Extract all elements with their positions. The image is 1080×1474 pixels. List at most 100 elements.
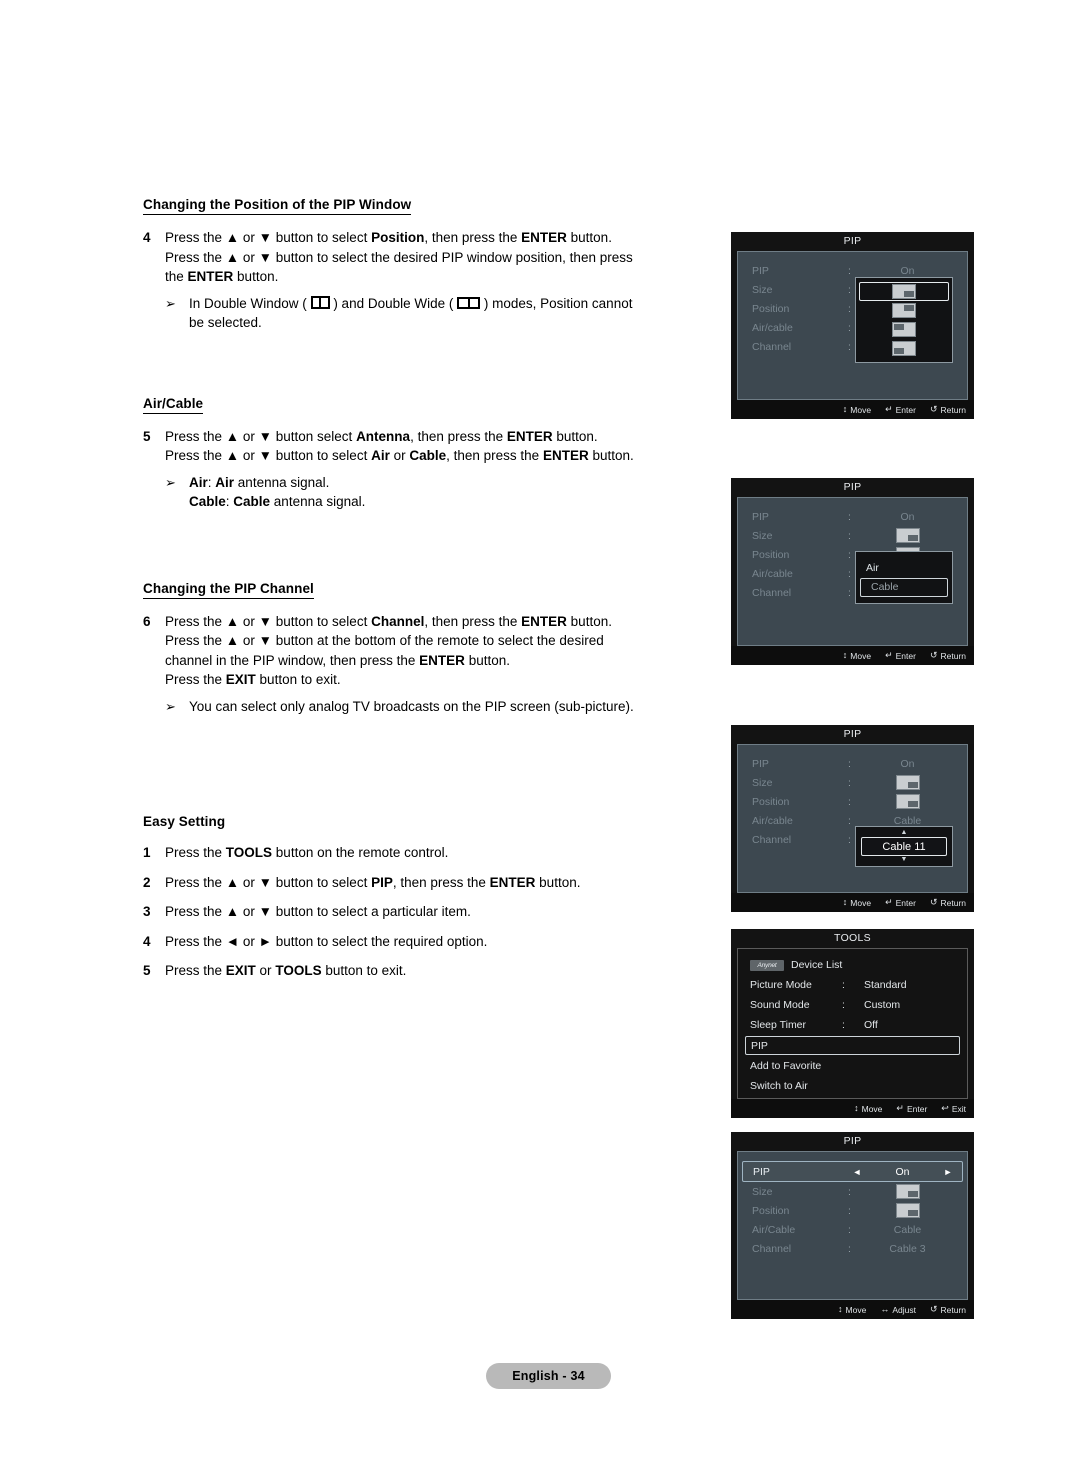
tools-row-label: Switch to Air (750, 1080, 808, 1092)
tools-row-device-list[interactable]: Anynet Device List (738, 955, 967, 975)
menu-row-label: PIP (752, 757, 769, 770)
menu-row-label: Channel (752, 586, 792, 599)
section-heading-pip-position: Changing the Position of the PIP Window (143, 197, 412, 215)
position-option-bottom-left[interactable] (856, 339, 952, 358)
section-heading-pip-channel: Changing the PIP Channel (143, 581, 314, 599)
menu-row-channel[interactable]: Channel : Cable 3 (738, 1239, 967, 1258)
step-text: Press the EXIT or TOOLS button to exit. (165, 961, 713, 981)
menu-row-label: Position (752, 548, 790, 561)
menu-row-size[interactable]: Size : (738, 526, 967, 545)
menu-row-colon: : (848, 264, 851, 277)
tools-row-value: Standard (864, 979, 907, 991)
pip-size-icon (895, 528, 920, 543)
arrow-right-icon[interactable]: ► (940, 1167, 956, 1177)
step-number: 4 (143, 933, 151, 949)
menu-row-label: Size (752, 776, 773, 789)
menu-row-position[interactable]: Position : (738, 1201, 967, 1220)
step-line: channel in the PIP window, then press th… (165, 652, 510, 668)
menu-row-size[interactable]: Size : (738, 773, 967, 792)
step-item: 5 Press the ▲ or ▼ button select Antenna… (143, 427, 713, 466)
menu-row-label: Size (752, 529, 773, 542)
tools-row-add-to-favorite[interactable]: Add to Favorite (738, 1056, 967, 1076)
double-window-icon (310, 295, 330, 309)
menu-row-label: PIP (753, 1165, 770, 1178)
step-text: Press the ◄ or ► button to select the re… (165, 932, 713, 952)
step-list-air-cable: 5 Press the ▲ or ▼ button select Antenna… (143, 427, 713, 512)
section-heading-easy-setting: Easy Setting (143, 814, 226, 829)
tools-row-switch-to-air[interactable]: Switch to Air (738, 1076, 967, 1096)
tools-row-sleep-timer[interactable]: Sleep Timer : Off (738, 1015, 967, 1035)
menu-row-label: Air/cable (752, 814, 793, 827)
step-line: Press the ▲ or ▼ button to select Air or… (165, 448, 634, 463)
chevron-down-icon[interactable]: ▼ (856, 856, 952, 864)
menu-row-value: Cable 3 (889, 1242, 926, 1255)
menu-row-label: Air/cable (752, 567, 793, 580)
step-number: 3 (143, 904, 151, 919)
menu-row-label: Air/Cable (752, 1223, 796, 1236)
tools-row-label: Picture Mode (750, 979, 812, 991)
aircable-option-air[interactable]: Air (856, 558, 952, 578)
footer-hint-enter: ↵ Enter (885, 651, 916, 661)
note-item: ➢ You can select only analog TV broadcas… (143, 697, 713, 717)
step-line: Press the TOOLS button on the remote con… (165, 845, 449, 860)
note-item: ➢ In Double Window ( ) and Double Wide (… (143, 294, 713, 333)
tools-row-pip[interactable]: PIP (745, 1036, 960, 1055)
menu-row-colon: : (848, 510, 851, 523)
tv-menu-panel-tools: TOOLS Anynet Device List Picture Mode : … (731, 929, 974, 1118)
menu-row-value: On (900, 510, 915, 523)
step-number: 4 (143, 230, 151, 245)
menu-row-value (858, 1184, 957, 1199)
position-options-popup[interactable] (855, 277, 953, 363)
tools-row-label: Sound Mode (750, 999, 810, 1011)
menu-row-size[interactable]: Size : (738, 1182, 967, 1201)
tools-row-sound-mode[interactable]: Sound Mode : Custom (738, 995, 967, 1015)
channel-stepper-popup[interactable]: ▲ Cable 11 ▼ (855, 826, 953, 867)
tv-menu-panel-summary: PIP PIP ◄ On ► Size : Position : Air/Cab… (731, 1132, 974, 1319)
position-option-top-left[interactable] (856, 320, 952, 339)
step-text: Press the ▲ or ▼ button to select Positi… (165, 228, 713, 287)
position-option-bottom-right[interactable] (859, 282, 949, 301)
enter-icon: ↵ (885, 897, 893, 907)
menu-row-label: Size (752, 283, 773, 296)
move-icon: ↕ (842, 404, 848, 414)
menu-row-pip[interactable]: PIP ◄ On ► (742, 1161, 963, 1182)
aircable-option-cable[interactable]: Cable (860, 578, 948, 597)
step-line: Press the ▲ or ▼ button select Antenna, … (165, 428, 598, 444)
menu-row-colon: : (848, 776, 851, 789)
tools-row-colon: : (842, 999, 845, 1011)
step-line: Press the ▲ or ▼ button to select Positi… (165, 230, 612, 245)
tools-row-picture-mode[interactable]: Picture Mode : Standard (738, 975, 967, 995)
menu-row-label: Position (752, 1204, 790, 1217)
channel-value[interactable]: Cable 11 (861, 837, 947, 856)
note-line: Cable: Cable antenna signal. (189, 494, 366, 509)
panel-body: Anynet Device List Picture Mode : Standa… (737, 948, 968, 1099)
note-line: Air: Air antenna signal. (189, 474, 330, 490)
footer-hint-move: ↕ Move (843, 651, 871, 661)
menu-row-colon: : (848, 1242, 851, 1255)
position-icon-top-left (892, 322, 916, 337)
position-option-top-right[interactable] (856, 301, 952, 320)
menu-row-colon: : (848, 1204, 851, 1217)
aircable-options-popup[interactable]: Air Cable (855, 551, 953, 604)
chevron-up-icon[interactable]: ▲ (856, 829, 952, 837)
note-line: In Double Window ( ) and Double Wide ( )… (189, 295, 633, 311)
footer-hint-enter: ↵ Enter (885, 405, 916, 415)
footer-hint-move: ↕ Move (843, 898, 871, 908)
panel-footer: ↕ Move ↵ Enter ↺ Return (731, 400, 974, 419)
menu-row-label: Channel (752, 340, 792, 353)
step-line: Press the EXIT or TOOLS button to exit. (165, 963, 407, 978)
menu-row-value: On (900, 264, 915, 277)
menu-row-pip[interactable]: PIP : On (738, 754, 967, 773)
tools-row-colon: : (842, 979, 845, 991)
step-line: Press the ▲ or ▼ button to select Channe… (165, 613, 612, 629)
menu-row-colon: : (848, 1223, 851, 1236)
footer-hint-exit: ↩ Exit (941, 1104, 966, 1114)
menu-row-aircable[interactable]: Air/Cable : Cable (738, 1220, 967, 1239)
enter-icon: ↵ (896, 1103, 904, 1113)
menu-row-pip[interactable]: PIP : On (738, 507, 967, 526)
note-text: Air: Air antenna signal. Cable: Cable an… (189, 473, 713, 512)
footer-hint-adjust: ↔ Adjust (880, 1305, 916, 1315)
menu-row-position[interactable]: Position : (738, 792, 967, 811)
footer-hint-label: Return (940, 1304, 966, 1315)
arrow-left-icon[interactable]: ◄ (849, 1167, 865, 1177)
